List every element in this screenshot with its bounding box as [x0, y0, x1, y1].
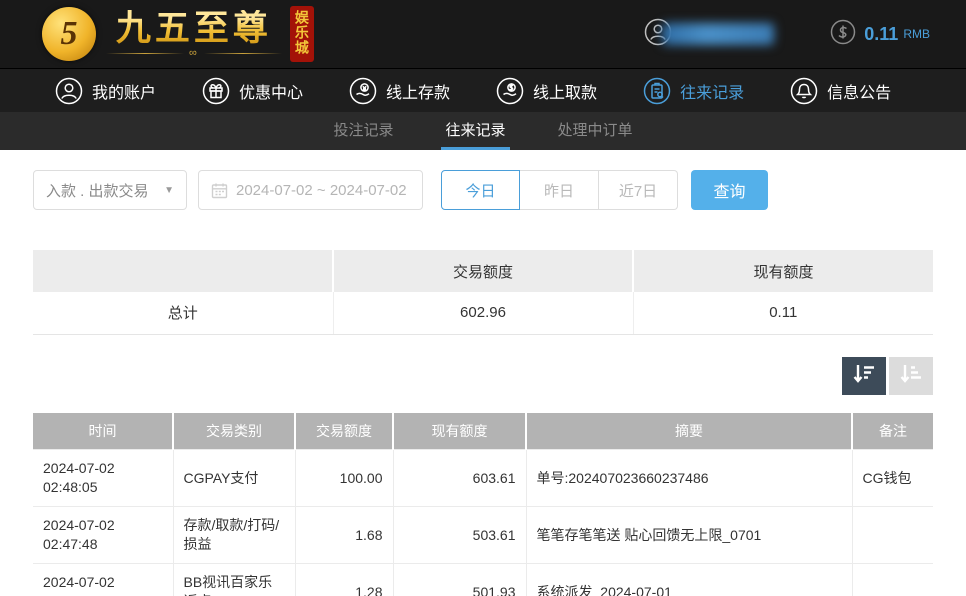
- records-header-row: 时间 交易类别 交易额度 现有额度 摘要 备注: [33, 412, 933, 450]
- logo-mark-icon: 5: [42, 7, 96, 61]
- calendar-icon: [211, 182, 228, 199]
- cell-memo: 笔笔存笔笔送 贴心回馈无上限_0701: [525, 506, 853, 564]
- chevron-down-icon: ▼: [164, 184, 174, 196]
- today-button[interactable]: 今日: [441, 170, 520, 210]
- summary-total-label: 总计: [33, 292, 334, 335]
- gift-icon: [202, 77, 230, 105]
- cell-balance: 501.93: [392, 563, 527, 596]
- balance-amount: 0.11: [864, 23, 899, 44]
- table-row: 2024-07-02 02:47:48 存款/取款/打码/损益 1.68 503…: [33, 506, 933, 564]
- cell-note: [851, 506, 933, 564]
- balance-currency: RMB: [903, 27, 930, 41]
- cell-time: 2024-07-02 02:47:48: [33, 506, 174, 564]
- wallet-balance[interactable]: 0.11 RMB: [830, 19, 930, 50]
- top-bar: 5 九五至尊 ∞ 娱乐城 0.11 RMB: [0, 0, 966, 68]
- sort-controls: [33, 356, 933, 395]
- cell-time: 2024-07-02 02:48:05: [33, 449, 174, 507]
- nav-label: 信息公告: [827, 84, 892, 102]
- cell-memo: 系统派发_2024-07-01: [525, 563, 853, 596]
- cell-balance: 603.61: [392, 449, 527, 507]
- nav-item-promotions[interactable]: 优惠中心: [202, 77, 303, 105]
- cell-type: 存款/取款/打码/损益: [172, 506, 296, 564]
- summary-header-balance: 现有额度: [633, 250, 933, 292]
- records-table: 时间 交易类别 交易额度 现有额度 摘要 备注 2024-07-02 02:48…: [33, 412, 933, 596]
- yesterday-button[interactable]: 昨日: [520, 170, 599, 210]
- content: 入款 . 出款交易 ▼ 2024-07-02 ~ 2024-07-02 今日 昨…: [0, 150, 966, 596]
- tab-transaction-records[interactable]: 往来记录: [441, 112, 510, 150]
- sort-descending-icon: [852, 363, 876, 388]
- bell-icon: [790, 77, 818, 105]
- date-range-value: 2024-07-02 ~ 2024-07-02: [236, 181, 407, 199]
- summary-header-row: 交易额度 现有额度: [33, 250, 933, 292]
- username-chip[interactable]: [644, 18, 775, 51]
- cell-note: CG钱包: [851, 449, 933, 507]
- nav-item-my-account[interactable]: 我的账户: [55, 77, 156, 105]
- account-icon: [55, 77, 83, 105]
- withdraw-hand-coin-icon: [496, 77, 524, 105]
- sort-ascending-button[interactable]: [889, 356, 933, 395]
- summary-header-transaction: 交易额度: [333, 250, 634, 292]
- cell-amount: 100.00: [294, 449, 394, 507]
- tab-betting-records[interactable]: 投注记录: [329, 112, 397, 150]
- records-clipboard-icon: [643, 77, 671, 105]
- sort-descending-button[interactable]: [842, 356, 886, 395]
- cell-memo: 单号:202407023660237486: [525, 449, 853, 507]
- col-header-memo: 摘要: [526, 412, 853, 450]
- col-header-amount: 交易额度: [295, 412, 394, 450]
- table-row: 2024-07-02 02:01:43 BB视讯百家乐返点 1.28 501.9…: [33, 563, 933, 596]
- logo-title: 九五至尊: [106, 10, 282, 48]
- cell-type: CGPAY支付: [172, 449, 296, 507]
- transaction-type-select[interactable]: 入款 . 出款交易 ▼: [33, 170, 187, 210]
- search-button[interactable]: 查询: [691, 170, 768, 210]
- logo-badge: 娱乐城: [289, 6, 314, 62]
- col-header-note: 备注: [852, 412, 933, 450]
- sub-nav: 投注记录 往来记录 处理中订单: [0, 112, 966, 150]
- nav-item-withdraw[interactable]: 线上取款: [496, 77, 597, 105]
- cell-type: BB视讯百家乐返点: [172, 563, 296, 596]
- cell-time: 2024-07-02 02:01:43: [33, 563, 174, 596]
- nav-item-announcements[interactable]: 信息公告: [790, 77, 891, 105]
- table-row: 2024-07-02 02:48:05 CGPAY支付 100.00 603.6…: [33, 449, 933, 507]
- nav-label: 往来记录: [680, 84, 745, 102]
- summary-header-blank: [33, 250, 334, 292]
- cell-amount: 1.68: [294, 506, 394, 564]
- nav-label: 优惠中心: [239, 84, 304, 102]
- sort-ascending-icon: [899, 363, 923, 388]
- dollar-coin-icon: [830, 19, 856, 50]
- select-value: 入款 . 出款交易: [46, 182, 149, 200]
- site-logo[interactable]: 5 九五至尊 ∞ 娱乐城: [42, 6, 314, 62]
- nav-label: 线上取款: [533, 84, 598, 102]
- tab-pending-orders[interactable]: 处理中订单: [554, 112, 637, 150]
- col-header-time: 时间: [33, 412, 174, 450]
- quick-date-group: 今日 昨日 近7日: [441, 170, 678, 210]
- main-nav: 我的账户 优惠中心 线上存款 线上取款 往来记录 信息公告: [0, 68, 966, 112]
- col-header-type: 交易类别: [173, 412, 296, 450]
- col-header-balance: 现有额度: [393, 412, 527, 450]
- last-7-days-button[interactable]: 近7日: [599, 170, 678, 210]
- cell-note: [851, 563, 933, 596]
- nav-item-transaction-records[interactable]: 往来记录: [643, 77, 744, 105]
- deposit-hand-coin-icon: [349, 77, 377, 105]
- logo-flourish-icon: ∞: [106, 48, 282, 59]
- summary-balance-total: 0.11: [633, 292, 933, 335]
- cell-balance: 503.61: [392, 506, 527, 564]
- summary-total-row: 总计 602.96 0.11: [33, 292, 933, 335]
- summary-table: 交易额度 现有额度 总计 602.96 0.11: [33, 250, 933, 335]
- nav-label: 我的账户: [92, 84, 157, 102]
- date-range-input[interactable]: 2024-07-02 ~ 2024-07-02: [198, 170, 423, 210]
- username-redacted: [662, 23, 775, 45]
- summary-transaction-total: 602.96: [333, 292, 634, 335]
- cell-amount: 1.28: [294, 563, 394, 596]
- nav-label: 线上存款: [386, 84, 451, 102]
- nav-item-deposit[interactable]: 线上存款: [349, 77, 450, 105]
- filter-bar: 入款 . 出款交易 ▼ 2024-07-02 ~ 2024-07-02 今日 昨…: [33, 170, 933, 210]
